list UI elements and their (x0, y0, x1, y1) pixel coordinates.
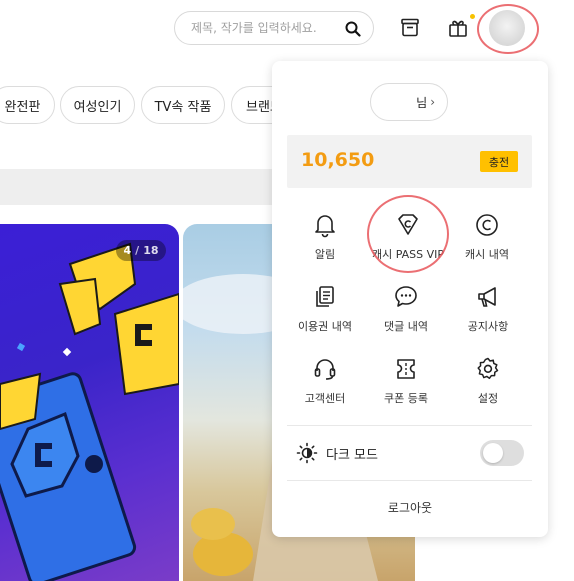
ticket-history-icon (316, 286, 334, 307)
bell-icon (315, 215, 335, 238)
section-band (0, 169, 300, 205)
dark-mode-toggle[interactable] (480, 440, 524, 466)
cash-balance-box: 10,650 충전 (287, 135, 532, 188)
search-bar[interactable] (174, 11, 374, 45)
coupon-icon (397, 359, 415, 379)
page-current: 4 (123, 244, 132, 257)
divider (287, 425, 532, 426)
menu-item-settings[interactable]: 설정 (443, 356, 533, 418)
divider (287, 480, 532, 481)
nickname-suffix: 님 (416, 95, 428, 110)
menu-item-ticket-history[interactable]: 이용권 내역 (280, 284, 370, 346)
annotation-circle (367, 195, 449, 273)
menu-item-label: 설정 (477, 392, 499, 405)
category-pill[interactable]: 여성인기 (60, 86, 135, 124)
headset-icon (314, 359, 336, 380)
profile-dropdown-menu: 님 › 10,650 충전 알림 캐시 PASS VIP 캐시 내역 이용권 내… (272, 61, 548, 537)
menu-item-comments[interactable]: 댓글 내역 (361, 284, 451, 346)
dark-mode-icon (296, 442, 318, 464)
menu-item-cash-history[interactable]: 캐시 내역 (442, 212, 532, 274)
nickname-button[interactable]: 님 › (370, 83, 448, 121)
gear-icon (477, 357, 499, 380)
gift-icon[interactable] (447, 17, 469, 39)
menu-item-label: 고객센터 (304, 392, 346, 405)
category-pill[interactable]: 완전판 (0, 86, 55, 124)
gift-new-badge (470, 14, 475, 19)
menu-item-customer-center[interactable]: 고객센터 (280, 356, 370, 418)
page-indicator: 4 / 18 (116, 240, 166, 261)
menu-item-label: 공지사항 (467, 320, 509, 333)
comment-icon (395, 286, 417, 307)
banner-artwork (0, 242, 179, 581)
menu-item-label: 댓글 내역 (384, 320, 428, 333)
annotation-circle (477, 4, 539, 54)
menu-item-coupon[interactable]: 쿠폰 등록 (361, 356, 451, 418)
search-input[interactable] (191, 21, 341, 35)
cash-history-icon (476, 214, 498, 236)
charge-button[interactable]: 충전 (480, 151, 518, 172)
toggle-knob (483, 443, 503, 463)
menu-item-label: 알림 (314, 248, 336, 261)
banner-image[interactable] (0, 224, 179, 581)
menu-item-notifications[interactable]: 알림 (280, 212, 370, 274)
logout-link[interactable]: 로그아웃 (272, 499, 548, 516)
menu-item-label: 쿠폰 등록 (384, 392, 428, 405)
menu-item-notice[interactable]: 공지사항 (443, 284, 533, 346)
category-pill[interactable]: TV속 작품 (141, 86, 225, 124)
search-icon[interactable] (345, 21, 361, 37)
menu-item-label: 캐시 내역 (465, 248, 509, 261)
megaphone-icon (478, 287, 496, 307)
menu-item-label: 이용권 내역 (297, 320, 353, 333)
dark-mode-label: 다크 모드 (326, 447, 378, 463)
chevron-right-icon: › (430, 95, 435, 109)
page-total: 18 (143, 244, 159, 257)
library-box-icon[interactable] (399, 17, 421, 39)
cash-amount: 10,650 (301, 149, 375, 171)
